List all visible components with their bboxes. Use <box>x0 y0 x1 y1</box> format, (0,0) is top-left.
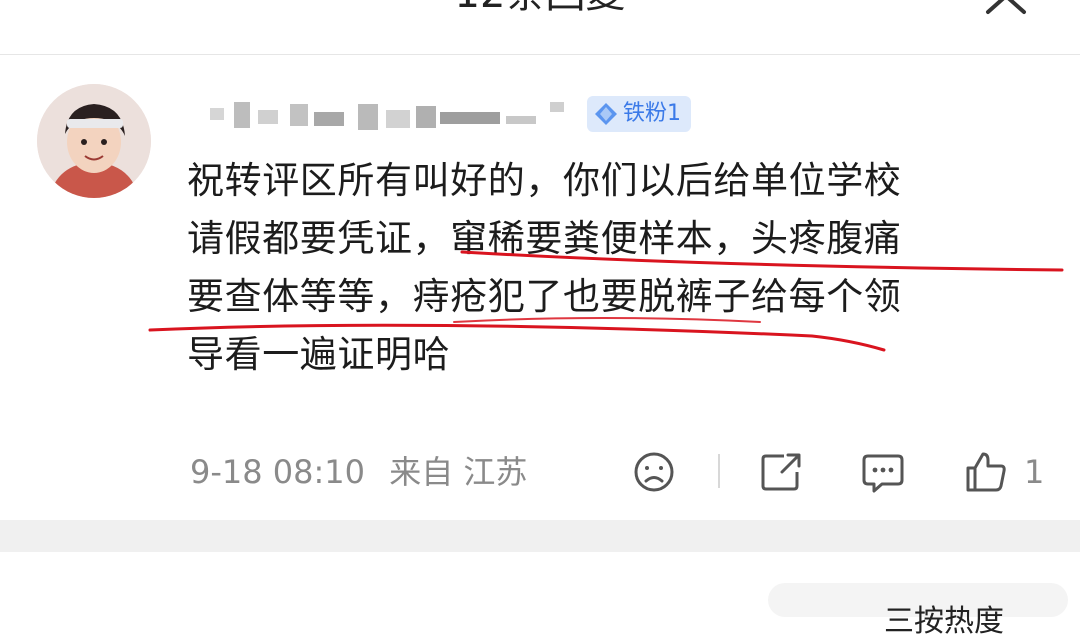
action-divider <box>718 454 720 488</box>
comment-icon <box>862 454 904 493</box>
badge-label: 铁粉1 <box>623 101 681 126</box>
share-icon <box>761 453 801 491</box>
fan-level-badge: 铁粉1 <box>587 96 691 132</box>
close-icon[interactable] <box>984 0 1028 16</box>
comment-location: 来自 江苏 <box>389 453 528 491</box>
section-separator <box>0 520 1080 552</box>
avatar[interactable] <box>37 84 151 198</box>
comment-text: 祝转评区所有叫好的，你们以后给单位学校 请假都要凭证，窜稀要粪便样本，头疼腹痛 … <box>187 152 1057 384</box>
share-button[interactable] <box>758 448 804 496</box>
username-blurred[interactable] <box>200 94 580 138</box>
comment-line: 要查体等等，痔疮犯了也要脱裤子给每个领 <box>187 275 902 318</box>
sad-face-icon <box>634 452 674 492</box>
comment-line: 导看一遍证明哈 <box>187 333 451 376</box>
thumbs-up-icon <box>966 452 1006 492</box>
comment-line: 请假都要凭证，窜稀要粪便样本，头疼腹痛 <box>187 217 902 260</box>
comment-line: 祝转评区所有叫好的，你们以后给单位学校 <box>187 159 902 202</box>
comment-meta: 9-18 08:10 来自 江苏 <box>190 452 541 492</box>
like-button[interactable]: 1 <box>964 448 1044 496</box>
reply-button[interactable] <box>860 448 906 496</box>
comment-date: 9-18 08:10 <box>190 453 366 491</box>
page-title: 12条回复 <box>0 0 1080 18</box>
like-count: 1 <box>1024 453 1045 491</box>
diamond-icon <box>595 103 617 125</box>
dislike-button[interactable] <box>632 448 676 496</box>
top-bar: 12条回复 <box>0 0 1080 55</box>
sort-selector[interactable]: 三按热度 <box>884 604 1004 640</box>
